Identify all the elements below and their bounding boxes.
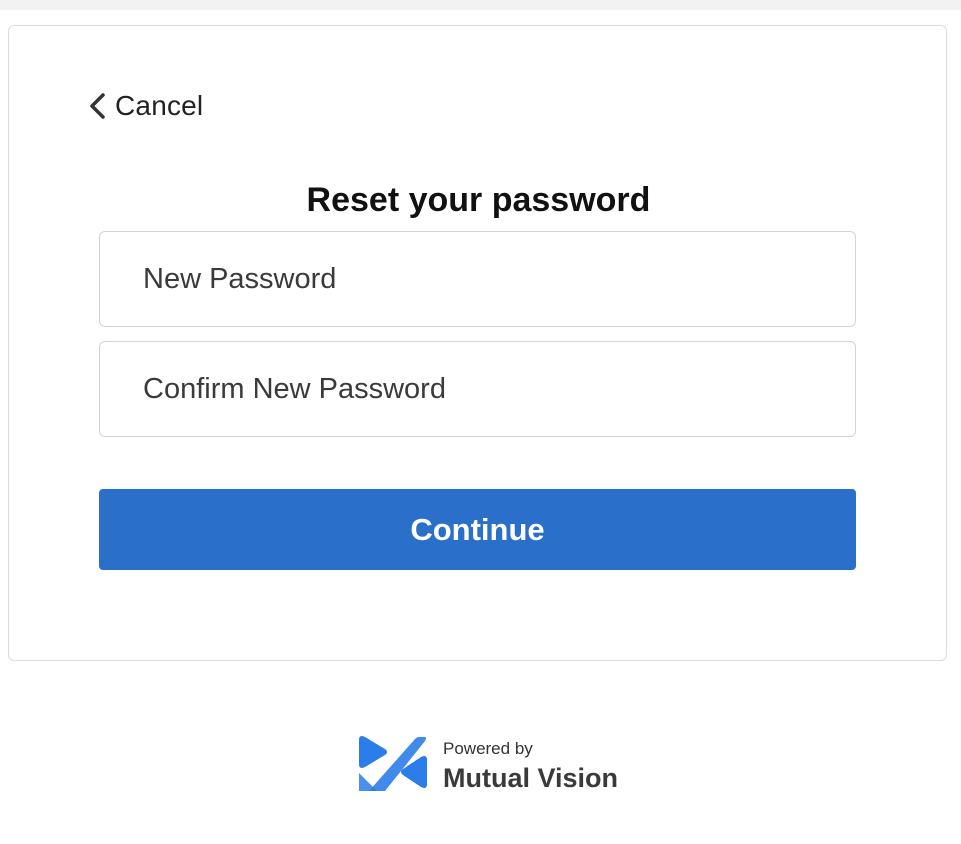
page-title: Reset your password: [306, 181, 651, 219]
chevron-left-icon: [87, 91, 107, 121]
confirm-password-input[interactable]: [99, 341, 856, 437]
continue-button[interactable]: Continue: [99, 489, 856, 570]
top-strip: [0, 0, 961, 10]
cancel-link[interactable]: Cancel: [87, 88, 203, 124]
brand-name: Mutual Vision: [443, 763, 619, 793]
reset-password-card: Cancel Reset your password Continue: [8, 25, 947, 661]
new-password-input[interactable]: [99, 231, 856, 327]
powered-by-footer: Powered by Mutual Vision: [357, 733, 618, 800]
cancel-label: Cancel: [115, 90, 204, 121]
mutual-vision-logo-icon: [357, 733, 429, 800]
powered-by-label: Powered by: [443, 739, 533, 758]
